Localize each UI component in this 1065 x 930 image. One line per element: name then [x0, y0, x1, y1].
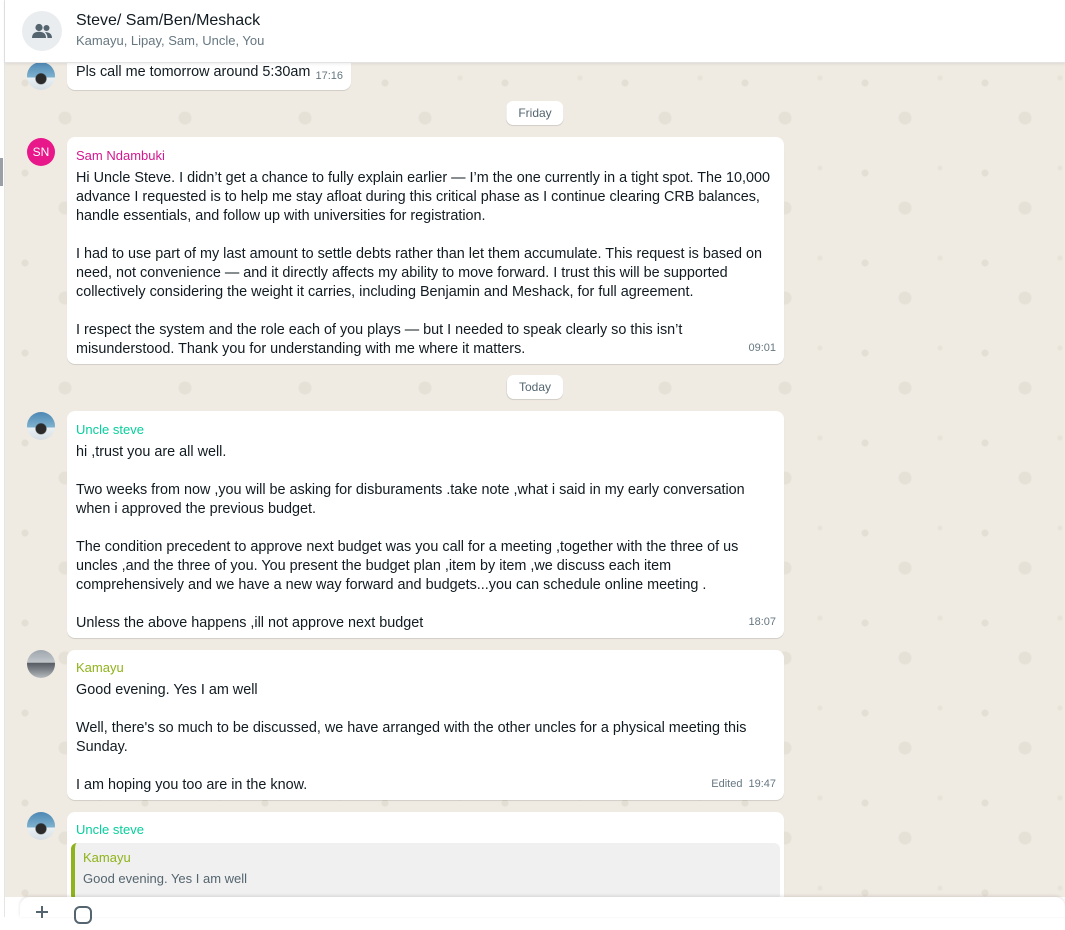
message-composer[interactable]: [20, 897, 1065, 924]
message-time-value: 19:47: [748, 778, 776, 790]
message-paragraph: Good evening. Yes I am well: [76, 682, 258, 698]
message-time: 18:07: [748, 616, 776, 628]
message-bubble[interactable]: Sam Ndambuki Hi Uncle Steve. I didn’t ge…: [67, 137, 784, 364]
group-avatar[interactable]: [22, 11, 62, 51]
chat-title[interactable]: Steve/ Sam/Ben/Meshack: [76, 12, 260, 30]
avatar[interactable]: [27, 63, 55, 90]
chat-header[interactable]: Steve/ Sam/Ben/Meshack Kamayu, Lipay, Sa…: [5, 0, 1065, 63]
panel-resize-handle[interactable]: [0, 158, 3, 186]
message-paragraph: Two weeks from now ,you will be asking f…: [76, 482, 745, 517]
message-paragraph: I am hoping you too are in the know.: [76, 777, 308, 793]
date-divider: Friday: [506, 101, 564, 125]
group-icon: [32, 23, 52, 38]
avatar[interactable]: [27, 650, 55, 678]
avatar[interactable]: [27, 412, 55, 440]
message-paragraph: I respect the system and the role each o…: [76, 322, 683, 357]
message-paragraph: Well, there's so much to be discussed, w…: [76, 720, 747, 755]
message-paragraph: I had to use part of my last amount to s…: [76, 246, 763, 300]
message-paragraph: The condition precedent to approve next …: [76, 539, 739, 593]
avatar[interactable]: SN: [27, 138, 55, 166]
sender-name[interactable]: Sam Ndambuki: [76, 148, 775, 164]
message-time: 17:16: [315, 70, 343, 82]
message-text: Pls call me tomorrow around 5:30am: [76, 64, 311, 80]
message-bubble[interactable]: Uncle steve hi ,trust you are all well. …: [67, 411, 784, 638]
quoted-sender: Kamayu: [83, 850, 131, 865]
message-paragraph: Hi Uncle Steve. I didn’t get a chance to…: [76, 170, 771, 224]
message-bubble[interactable]: Kamayu Good evening. Yes I am well Well,…: [67, 650, 784, 800]
message-time: 09:01: [748, 342, 776, 354]
chat-members: Kamayu, Lipay, Sam, Uncle, You: [76, 33, 265, 48]
date-divider: Today: [506, 375, 564, 399]
sender-name[interactable]: Kamayu: [76, 660, 775, 676]
avatar[interactable]: [27, 812, 55, 840]
message-bubble[interactable]: Uncle steve Kamayu Good evening. Yes I a…: [67, 812, 784, 897]
quoted-text: Good evening. Yes I am well: [83, 871, 248, 886]
plus-icon[interactable]: [36, 905, 48, 918]
message-paragraph: hi ,trust you are all well.: [76, 444, 227, 460]
message-list[interactable]: Pls call me tomorrow around 5:30am 17:16…: [5, 63, 1065, 897]
sticker-icon[interactable]: [73, 905, 93, 925]
edited-label: Edited: [711, 778, 743, 790]
sender-name[interactable]: Uncle steve: [76, 422, 775, 438]
sender-name[interactable]: Uncle steve: [71, 822, 780, 838]
message-bubble[interactable]: Pls call me tomorrow around 5:30am 17:16: [67, 63, 351, 90]
message-paragraph: Unless the above happens ,ill not approv…: [76, 615, 424, 631]
message-time: Edited 19:47: [711, 775, 776, 794]
quoted-message[interactable]: Kamayu Good evening. Yes I am well: [71, 843, 780, 897]
